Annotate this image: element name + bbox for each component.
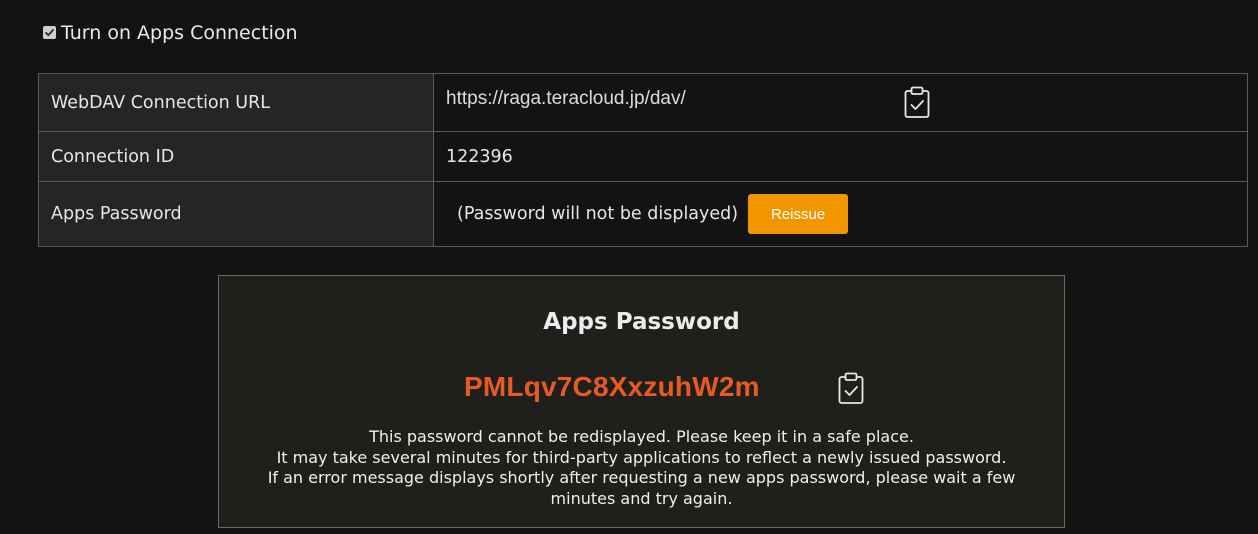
table-row-apps-password: Apps Password (Password will not be disp… — [38, 181, 1248, 247]
apps-connection-checkbox[interactable] — [43, 25, 56, 39]
apps-connection-label: Turn on Apps Connection — [61, 22, 298, 44]
webdav-url-cell: https://raga.teracloud.jp/dav/ — [433, 73, 1248, 132]
connection-id-value: 122396 — [433, 131, 1248, 182]
note-line: It may take several minutes for third-pa… — [276, 447, 1007, 467]
password-hidden-note: (Password will not be displayed) — [457, 204, 739, 224]
note-line: This password cannot be redisplayed. Ple… — [369, 427, 914, 446]
table-row-connection-id: Connection ID 122396 — [38, 131, 1248, 182]
generated-password[interactable]: PMLqv7C8XxzuhW2m — [464, 371, 760, 403]
panel-title: Apps Password — [543, 309, 740, 335]
table-row-webdav: WebDAV Connection URL https://raga.terac… — [38, 73, 1248, 132]
webdav-url-value: https://raga.teracloud.jp/dav/ — [446, 87, 686, 109]
note-line: If an error message displays shortly aft… — [267, 468, 1016, 508]
checkmark-icon — [45, 28, 54, 36]
connection-id-label: Connection ID — [38, 131, 434, 182]
clipboard-check-icon[interactable] — [902, 85, 932, 119]
password-notes: This password cannot be redisplayed. Ple… — [219, 427, 1064, 509]
apps-password-panel: Apps Password PMLqv7C8XxzuhW2m This pass… — [218, 275, 1065, 528]
apps-password-label: Apps Password — [38, 181, 434, 247]
apps-connection-toggle[interactable]: Turn on Apps Connection — [43, 22, 298, 44]
connection-info-table: WebDAV Connection URL https://raga.terac… — [38, 73, 1248, 247]
reissue-button[interactable]: Reissue — [748, 194, 849, 234]
clipboard-check-icon[interactable] — [836, 371, 866, 405]
webdav-url-label: WebDAV Connection URL — [38, 73, 434, 132]
apps-password-cell: (Password will not be displayed) Reissue — [433, 181, 1248, 247]
